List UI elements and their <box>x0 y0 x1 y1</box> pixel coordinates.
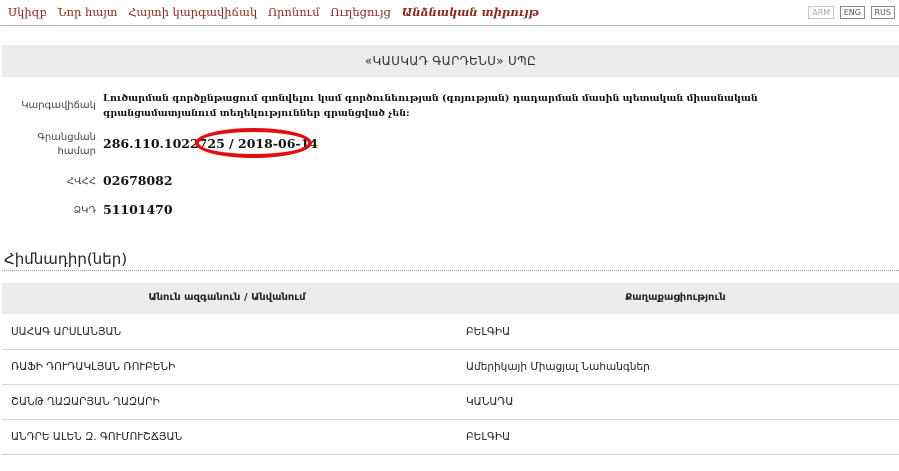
table-row: ՍԱՀԱԳ ԱՐՍԼԱՆՅԱՆ ԲԵԼԳԻԱ <box>2 315 899 350</box>
table-row: ՌԱՖԻ ԴՈՒԴԱԿԼՅԱՆ ՌՈՒԲԵՆԻ Ամերիկայի Միացյա… <box>2 350 899 385</box>
top-navigation: Սկիզբ Նոր հայտ Հայտի կարգավիճակ Որոնում … <box>0 0 899 26</box>
founders-section-title: Հիմնադիր(ներ) <box>4 250 128 268</box>
red-highlight-circle <box>195 128 312 158</box>
nav-personal-area[interactable]: Անձնական տիրույթ <box>402 5 539 19</box>
status-value: Լուծարման գործընթացում գտնվելու կամ գործ… <box>103 93 758 119</box>
nav-search[interactable]: Որոնում <box>268 5 320 19</box>
nav-links: Սկիզբ Նոր հայտ Հայտի կարգավիճակ Որոնում … <box>8 5 546 19</box>
lang-arm-button[interactable]: ARM <box>808 6 835 19</box>
founder-name: ԱՆԴՐԵ ԱԼԵՆ Զ. ԳՈՒՄՈՒՇՃՅԱՆ <box>11 431 183 443</box>
nav-application-status[interactable]: Հայտի կարգավիճակ <box>128 5 257 19</box>
activity-code-value: 51101470 <box>103 202 173 217</box>
table-row: ԱՆԴՐԵ ԱԼԵՆ Զ. ԳՈՒՄՈՒՇՃՅԱՆ ԲԵԼԳԻԱ <box>2 420 899 455</box>
founders-table-header: Անուն ազգանուն / Անվանում Քաղաքացիությու… <box>2 283 899 314</box>
founder-citizenship: ԿԱՆԱԴԱ <box>466 396 514 408</box>
column-header-name: Անուն ազգանուն / Անվանում <box>148 292 306 303</box>
status-label: Կարգավիճակ <box>21 100 96 111</box>
nav-new-application[interactable]: Նոր հայտ <box>57 5 117 19</box>
founder-citizenship: ԲԵԼԳԻԱ <box>466 326 511 338</box>
founder-citizenship: Ամերիկայի Միացյալ Նահանգներ <box>466 361 650 373</box>
section-divider <box>2 270 899 271</box>
registration-number-label: Գրանցման համար <box>37 132 96 157</box>
table-row: ՇԱՆԹ ՂԱԶԱՐՅԱՆ ՂԱԶԱՐԻ ԿԱՆԱԴԱ <box>2 385 899 420</box>
nav-guide[interactable]: Ուղեցույց <box>330 5 391 19</box>
tin-label: ՀՎՀՀ <box>66 176 96 187</box>
tin-value: 02678082 <box>103 173 173 188</box>
activity-code-label: ՁԿԴ <box>73 205 96 216</box>
founder-name: ՇԱՆԹ ՂԱԶԱՐՅԱՆ ՂԱԶԱՐԻ <box>11 396 160 408</box>
founder-name: ՍԱՀԱԳ ԱՐՍԼԱՆՅԱՆ <box>11 326 122 338</box>
lang-rus-button[interactable]: RUS <box>870 6 895 19</box>
language-switcher: ARM ENG RUS <box>805 6 895 19</box>
founder-citizenship: ԲԵԼԳԻԱ <box>466 431 511 443</box>
column-header-citizenship: Քաղաքացիություն <box>625 292 726 303</box>
founder-name: ՌԱՖԻ ԴՈՒԴԱԿԼՅԱՆ ՌՈՒԲԵՆԻ <box>11 361 176 373</box>
lang-eng-button[interactable]: ENG <box>839 6 865 19</box>
company-name-header: «ԿԱՍԿԱԴ ԳԱՐԴԵՆՍ» ՍՊԸ <box>2 45 899 77</box>
nav-home[interactable]: Սկիզբ <box>8 5 47 19</box>
